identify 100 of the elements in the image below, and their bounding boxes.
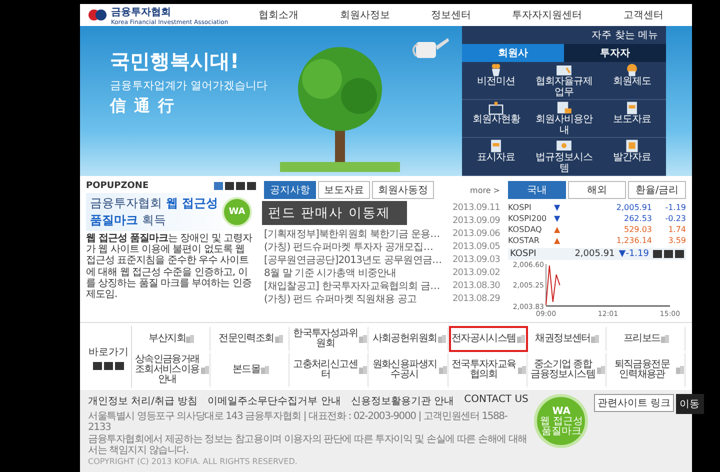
quick-link[interactable]: 전자공시시스템 — [448, 326, 528, 352]
change-arrow: ▼ — [554, 202, 562, 213]
quick-menu-tab[interactable]: 투자자 — [564, 44, 666, 62]
index-name: KOSTAR — [508, 235, 540, 246]
quick-menu-label: 발간자료 — [613, 153, 651, 164]
quick-link[interactable]: 한국투자성과위원회 — [290, 326, 370, 352]
nav-link[interactable]: 협회소개 — [254, 6, 303, 24]
index-value: 262.53 — [623, 213, 652, 224]
change-arrow: ▲ — [554, 224, 562, 235]
quick-link-label: 상속인금융거래 조회서비스이용안내 — [134, 355, 200, 385]
notice-title[interactable]: [채입찰공고] 한국투자자교육협의회 금… — [264, 280, 440, 293]
site-select[interactable]: 관련사이트 링크 — [594, 394, 674, 412]
quick-link[interactable]: 고충처리신고센터 — [290, 352, 370, 388]
quick-link-label: 고충처리신고센터 — [292, 360, 358, 380]
tile-icon — [261, 365, 270, 375]
notice-date: 2013.09.05 — [452, 241, 500, 254]
index-name: KOSPI — [508, 202, 532, 213]
tile-icon — [186, 334, 194, 344]
notice-date: 2013.09.06 — [452, 228, 500, 241]
quick-menu-label: 회원사비용안내 — [534, 115, 594, 136]
quick-link[interactable]: 중소기업 종합 금융정보시스템 — [528, 352, 607, 388]
quick-links-title: 바로가기 — [88, 346, 128, 358]
banner-headline: 금융투자협회 웹 접근성 — [90, 195, 218, 212]
tile-icon — [274, 334, 283, 344]
quick-menu-item[interactable]: 표시자료 — [462, 138, 530, 176]
quick-link-label: 사회공헌위원회 — [372, 334, 437, 344]
quick-menu-label: 회원제도 — [613, 77, 651, 88]
index-change: -1.19 — [664, 202, 686, 213]
value-character: 通 — [134, 96, 150, 117]
quick-link-label: 본드몰 — [232, 365, 260, 375]
footer-link[interactable]: 개인정보 처리/취급 방침 — [88, 394, 198, 408]
quick-link[interactable]: 본드몰 — [211, 352, 290, 388]
footer-link[interactable]: CONTACT US — [464, 394, 528, 408]
tile-icon — [438, 365, 447, 375]
quick-menu-item[interactable]: 협회자율규제업무 — [530, 62, 598, 100]
quick-link[interactable]: 프리보드 — [606, 326, 686, 352]
logo-text[interactable]: 금융투자협회 — [111, 4, 228, 18]
banner-headline: 품질마크 획득 — [90, 212, 167, 229]
quick-link-label: 원화신용파생지수공시 — [371, 360, 438, 380]
tile-icon — [596, 365, 605, 375]
change-arrow: ▼ — [554, 213, 562, 224]
market-tab[interactable]: 국내 — [508, 181, 566, 199]
quick-link[interactable]: 채권정보센터 — [528, 326, 607, 352]
tile-icon — [676, 365, 684, 375]
nav-link[interactable]: 정보센터 — [426, 6, 475, 24]
quick-link[interactable]: 전국투자자교육협의회 — [448, 352, 528, 388]
notice-title[interactable]: [공무원연금공단]2013년도 공무원연금… — [264, 254, 442, 267]
tile-icon — [516, 334, 525, 344]
quick-menu-label: 법규정보시스템 — [534, 153, 594, 174]
quick-link-label: 전국투자자교육협의회 — [450, 360, 517, 380]
quick-menu-tab[interactable]: 회원사 — [462, 44, 564, 62]
go-button[interactable]: 이동 — [676, 394, 704, 414]
logo-icon — [88, 8, 108, 22]
quick-menu-item[interactable]: 발간자료 — [598, 138, 666, 176]
chart-title: KOSPI — [510, 249, 536, 259]
index-name: KOSDAQ — [508, 224, 543, 235]
certification-badge: WA — [222, 197, 252, 227]
quick-link-label: 프리보드 — [624, 334, 660, 344]
change-arrow: ▲ — [554, 235, 562, 246]
badge-mark: WA — [552, 406, 571, 416]
index-value: 1,236.14 — [615, 235, 652, 246]
notice-tab[interactable]: 회원사동정 — [372, 181, 434, 199]
notice-title[interactable]: [기획재정부]북한위원회 북한기금 운용… — [264, 228, 440, 241]
notice-title[interactable]: (가칭) 펀드슈퍼마켓 투자자 공개모집… — [264, 241, 433, 254]
quick-menu-label: 회원사현황 — [472, 115, 520, 126]
notice-title[interactable]: 8월 말 기준 시가총액 비중안내 — [264, 267, 396, 280]
quick-menu-title[interactable]: 자주 찾는 메뉴 — [462, 26, 666, 44]
quick-menu-item[interactable]: 법규정보시스템 — [530, 138, 598, 176]
quick-menu-item[interactable]: 회원사현황 — [462, 100, 530, 138]
badge-text: 웹 접근성 품질마크 — [538, 416, 584, 436]
notice-title[interactable]: (가칭) 펀드 슈퍼마켓 직원채용 공고 — [264, 293, 417, 306]
quick-link-label: 한국투자성과위원회 — [292, 329, 358, 349]
index-change: 1.74 — [667, 224, 686, 235]
quick-link-label: 전문인력조회 — [218, 334, 274, 344]
nav-link[interactable]: 고객센터 — [619, 6, 668, 24]
quick-menu-item[interactable]: 보도자료 — [598, 100, 666, 138]
quick-link-label: 퇴직금융전문 인력채용관 — [613, 360, 671, 380]
index-change: 3.59 — [667, 235, 686, 246]
nav-link[interactable]: 회원사정보 — [336, 6, 394, 24]
tile-icon — [661, 334, 670, 344]
notice-date: 2013.09.09 — [452, 215, 500, 228]
notice-tab[interactable]: 보도자료 — [318, 181, 370, 199]
quick-link[interactable]: 부산지회 — [132, 326, 212, 352]
nav-link[interactable]: 투자자지원센터 — [508, 6, 586, 24]
quick-link[interactable]: 원화신용파생지수공시 — [369, 352, 449, 388]
footer-link[interactable]: 이메일주소무단수집거부 안내 — [208, 394, 341, 408]
footer-link[interactable]: 신용정보활용기관 안내 — [350, 394, 454, 408]
notice-tab[interactable]: 공지사항 — [264, 181, 316, 199]
quick-link[interactable]: 사회공헌위원회 — [369, 326, 449, 352]
quick-menu-item[interactable]: 비전미션 — [462, 62, 530, 100]
quick-link-label: 부산지회 — [148, 334, 186, 344]
quick-menu-item[interactable]: 회원제도 — [598, 62, 666, 100]
quick-link[interactable]: 퇴직금융전문 인력채용관 — [606, 352, 686, 388]
quick-link[interactable]: 전문인력조회 — [211, 326, 290, 352]
quick-link[interactable]: 상속인금융거래 조회서비스이용안내 — [132, 352, 212, 388]
more-link[interactable]: more > — [470, 186, 500, 194]
footer-address: 서울특별시 영등포구 의사당대로 143 금융투자협회 | 대표전화 : 02-2003-9000 | 고객민원센터 1588-2133 — [88, 411, 508, 433]
market-tab[interactable]: 해외 — [568, 181, 626, 199]
market-tab[interactable]: 환율/금리 — [628, 181, 686, 199]
quick-menu-item[interactable]: 회원사비용안내 — [530, 100, 598, 138]
